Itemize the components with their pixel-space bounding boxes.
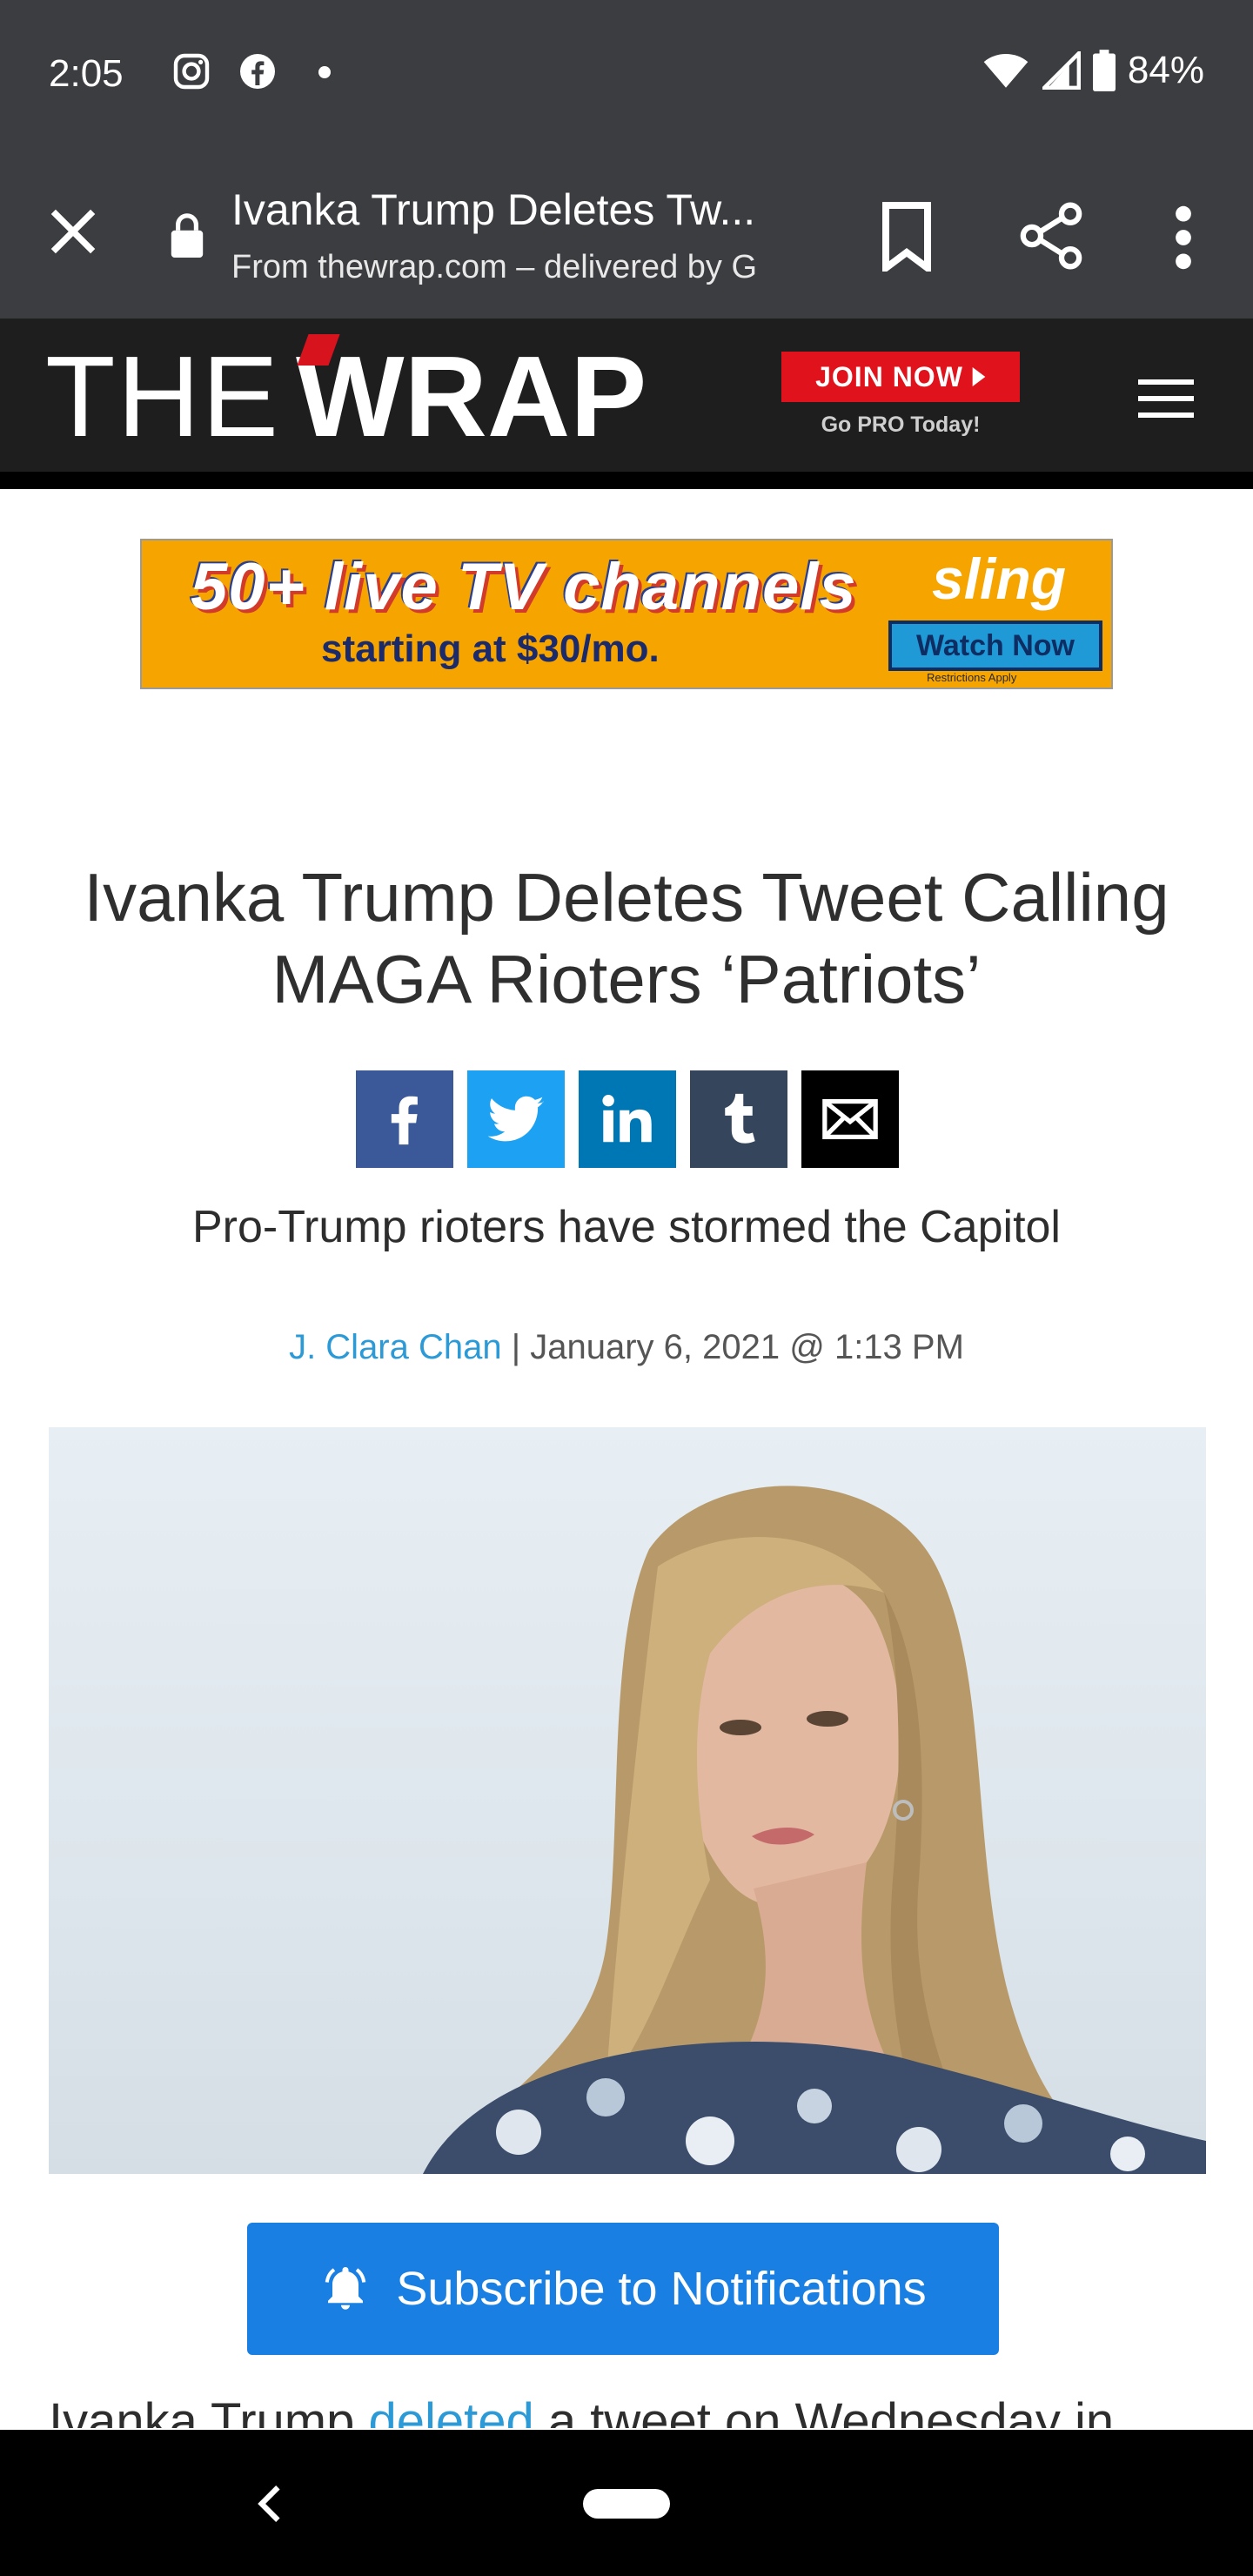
ad-watch-now-button[interactable]: Watch Now <box>888 621 1102 671</box>
custom-tab-toolbar: Ivanka Trump Deletes Tw... From thewrap.… <box>0 157 1253 319</box>
ad-price: starting at $30/mo. <box>321 627 660 670</box>
status-bar: 2:05 84% <box>0 0 1253 157</box>
article-headline: Ivanka Trump Deletes Tweet Calling MAGA … <box>84 859 1169 1017</box>
share-bar <box>356 1070 899 1168</box>
battery-percent: 84% <box>1127 49 1204 91</box>
logo-the: THE <box>45 332 280 460</box>
article-body-first-line: Ivanka Trump deleted a tweet on Wednesda… <box>49 2390 1232 2428</box>
ad-brand-logo: sling <box>932 547 1067 611</box>
lock-icon[interactable] <box>169 212 205 258</box>
share-facebook-button[interactable] <box>356 1070 453 1168</box>
subscribe-notifications-button[interactable]: Subscribe to Notifications <box>247 2223 999 2355</box>
article-hero-image <box>49 1427 1206 2174</box>
author-link[interactable]: J. Clara Chan <box>289 1328 502 1366</box>
notification-dot-icon <box>318 66 331 78</box>
email-icon <box>822 1098 878 1140</box>
menu-icon[interactable] <box>1138 379 1194 421</box>
publish-date: | January 6, 2021 @ 1:13 PM <box>501 1328 964 1366</box>
linkedin-icon <box>602 1095 652 1143</box>
header-divider <box>0 472 1253 489</box>
share-twitter-button[interactable] <box>467 1070 565 1168</box>
join-now-label: JOIN NOW <box>815 360 963 392</box>
status-right: 84% <box>982 49 1204 92</box>
wifi-icon <box>983 54 1029 88</box>
page-origin: From thewrap.com – delivered by G <box>231 249 758 285</box>
portrait-illustration <box>423 1486 1206 2174</box>
article-byline: J. Clara Chan | January 6, 2021 @ 1:13 P… <box>0 1328 1253 1367</box>
share-icon[interactable] <box>1018 200 1084 272</box>
go-pro-link[interactable]: Go PRO Today! <box>781 413 1020 438</box>
facebook-icon <box>391 1096 418 1145</box>
twitter-icon <box>487 1096 545 1142</box>
tumblr-icon <box>725 1093 755 1144</box>
bell-icon <box>325 2267 366 2310</box>
share-linkedin-button[interactable] <box>579 1070 676 1168</box>
ad-fine-print: Restrictions Apply <box>927 671 1017 684</box>
share-tumblr-button[interactable] <box>690 1070 787 1168</box>
site-logo[interactable]: THE WRAP <box>45 334 647 454</box>
close-icon[interactable] <box>44 202 103 261</box>
page-title: Ivanka Trump Deletes Tw... <box>231 185 756 234</box>
article-subtitle: Pro-Trump rioters have stormed the Capit… <box>191 1202 1061 1252</box>
deleted-link[interactable]: deleted <box>368 2393 533 2428</box>
status-time: 2:05 <box>49 52 124 95</box>
back-icon[interactable] <box>252 2482 287 2526</box>
sling-ad-banner[interactable]: 50+ live TV channels starting at $30/mo.… <box>140 539 1113 689</box>
system-nav-bar <box>0 2430 1253 2576</box>
subscribe-label: Subscribe to Notifications <box>396 2263 927 2315</box>
body-text-rest: a tweet on Wednesday in <box>533 2393 1115 2428</box>
join-now-button[interactable]: JOIN NOW <box>781 352 1020 402</box>
cell-signal-icon <box>1042 51 1081 90</box>
site-header: THE WRAP JOIN NOW Go PRO Today! <box>0 319 1253 489</box>
share-email-button[interactable] <box>801 1070 899 1168</box>
facebook-icon <box>240 54 275 89</box>
logo-wrap-text: WRAP <box>296 332 647 460</box>
body-text-start: Ivanka Trump <box>49 2393 369 2428</box>
home-pill-icon[interactable] <box>583 2489 670 2519</box>
instagram-icon <box>173 53 210 90</box>
bookmark-icon[interactable] <box>879 202 935 272</box>
logo-wrap: WRAP <box>296 334 647 454</box>
battery-icon <box>1092 50 1116 91</box>
ad-headline: 50+ live TV channels <box>191 550 857 624</box>
caret-right-icon <box>972 367 986 386</box>
more-vert-icon[interactable] <box>1166 202 1201 273</box>
